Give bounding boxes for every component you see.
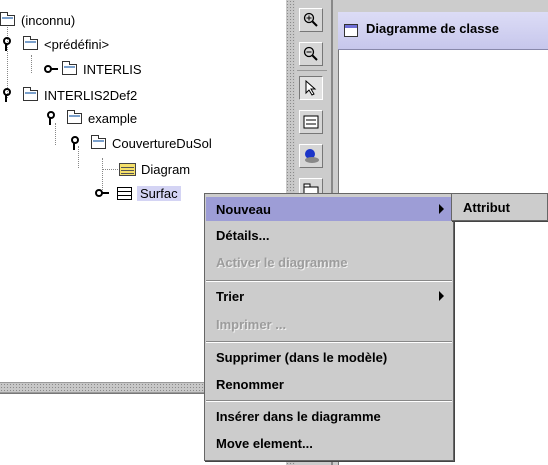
zoom-in-icon[interactable] — [299, 8, 323, 32]
menu-item-supprimer[interactable]: Supprimer (dans le modèle) — [206, 345, 452, 369]
class-palette-icon[interactable] — [299, 144, 323, 168]
menu-item-imprimer: Imprimer ... — [206, 312, 452, 336]
folder-icon — [67, 109, 82, 124]
menu-item-label: Insérer dans le diagramme — [216, 408, 381, 424]
expanded-toggle-icon[interactable] — [2, 88, 11, 102]
select-arrow-icon[interactable] — [299, 76, 323, 100]
menu-item-label: Activer le diagramme — [216, 254, 348, 270]
folder-icon — [62, 60, 77, 75]
tree-item-label: (inconnu) — [21, 12, 76, 28]
expanded-toggle-icon[interactable] — [2, 37, 11, 51]
diagram-tab-title: Diagramme de classe — [366, 21, 499, 36]
menu-item-label: Move element... — [216, 435, 313, 451]
menu-item-activer-diagramme: Activer le diagramme — [206, 250, 452, 274]
context-menu: Nouveau Détails... Activer le diagramme … — [204, 193, 454, 461]
menu-item-nouveau[interactable]: Nouveau — [206, 197, 452, 221]
zoom-out-icon[interactable] — [299, 42, 323, 66]
diagram-icon — [119, 162, 136, 176]
menu-item-details[interactable]: Détails... — [206, 223, 452, 247]
tree-connector — [31, 55, 32, 73]
menu-item-trier[interactable]: Trier — [206, 284, 452, 308]
tree-item-label: Diagram — [141, 161, 191, 177]
collapsed-toggle-icon[interactable] — [44, 64, 58, 74]
menu-item-renommer[interactable]: Renommer — [206, 372, 452, 396]
menu-item-label: Renommer — [216, 376, 284, 392]
menu-item-inserer-diagramme[interactable]: Insérer dans le diagramme — [206, 404, 452, 428]
tree-item-example[interactable]: example — [46, 108, 137, 128]
menu-item-label: Trier — [216, 288, 245, 304]
expanded-toggle-icon[interactable] — [46, 111, 55, 125]
tree-item-label: INTERLIS2Def2 — [44, 87, 138, 103]
tree-item-diagram[interactable]: Diagram — [119, 159, 190, 179]
menu-separator — [206, 341, 452, 343]
folder-icon — [23, 86, 38, 101]
tree-item-predefini[interactable]: <prédéfini> — [2, 34, 109, 54]
menu-item-label: Supprimer (dans le modèle) — [216, 349, 388, 365]
class-icon — [117, 186, 132, 200]
collapsed-toggle-icon[interactable] — [95, 188, 109, 198]
diagram-tab[interactable]: Diagramme de classe — [338, 12, 548, 50]
tree-item-label: INTERLIS — [83, 61, 142, 77]
menu-item-label: Détails... — [216, 227, 270, 243]
note-icon[interactable] — [299, 110, 323, 134]
tree-item-label: Surfac — [137, 185, 181, 201]
submenu-arrow-icon — [439, 291, 444, 301]
expanded-toggle-icon[interactable] — [70, 136, 79, 150]
submenu-nouveau: Attribut — [451, 193, 548, 221]
submenu-arrow-icon — [439, 204, 444, 214]
menu-item-label: Attribut — [463, 199, 510, 215]
tree-item-label: <prédéfini> — [44, 36, 110, 52]
menu-separator — [206, 280, 452, 282]
toolbar-separator — [297, 70, 327, 71]
menu-item-move-element[interactable]: Move element... — [206, 431, 452, 455]
menu-item-label: Nouveau — [216, 201, 271, 217]
tree-item-interlis[interactable]: INTERLIS — [44, 59, 142, 79]
menu-separator — [206, 400, 452, 402]
window-icon — [344, 24, 358, 37]
menu-item-attribut[interactable]: Attribut — [453, 195, 546, 219]
tree-item-inconnu[interactable]: (inconnu) — [0, 10, 75, 30]
menu-item-label: Imprimer ... — [216, 316, 287, 332]
folder-icon — [91, 134, 106, 149]
tree-item-couverturedusol[interactable]: CouvertureDuSol — [70, 133, 212, 153]
folder-icon — [0, 11, 15, 26]
tree-item-interlis2def2[interactable]: INTERLIS2Def2 — [2, 85, 137, 105]
tree-item-label: CouvertureDuSol — [112, 135, 212, 151]
folder-icon — [23, 35, 38, 50]
tree-item-surfac[interactable]: Surfac — [95, 183, 181, 203]
tree-connector — [102, 169, 118, 170]
tree-item-label: example — [88, 110, 138, 126]
